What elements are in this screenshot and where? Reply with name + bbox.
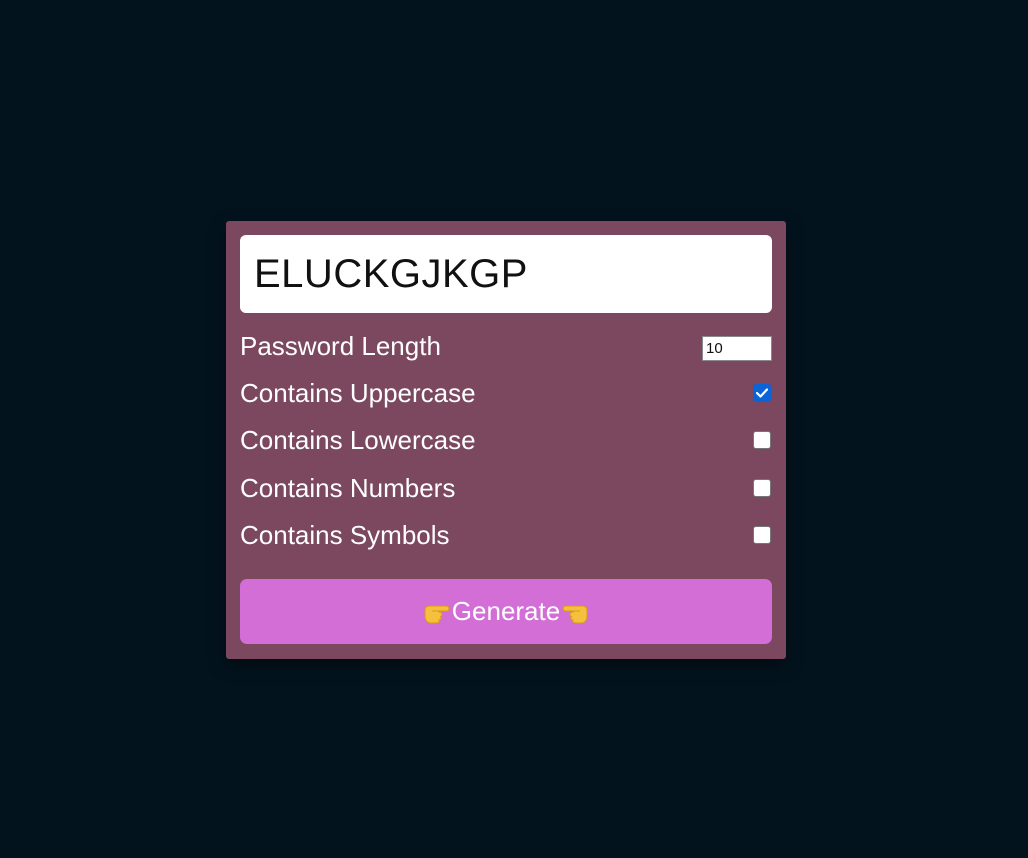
password-generator-card: ELUCKGJKGP Password Length Contains Uppe…: [226, 221, 786, 659]
symbols-checkbox[interactable]: [753, 526, 771, 544]
lowercase-checkbox[interactable]: [753, 431, 771, 449]
password-length-row: Password Length: [240, 329, 772, 363]
pointing-left-hand-icon: [560, 599, 590, 625]
uppercase-label: Contains Uppercase: [240, 377, 476, 408]
checkmark-icon: [756, 388, 768, 398]
symbols-label: Contains Symbols: [240, 519, 450, 550]
numbers-label: Contains Numbers: [240, 472, 456, 503]
option-row-lowercase: Contains Lowercase: [240, 423, 772, 457]
uppercase-checkbox[interactable]: [753, 384, 771, 402]
password-length-input[interactable]: [702, 335, 772, 361]
option-row-symbols: Contains Symbols: [240, 518, 772, 552]
option-row-numbers: Contains Numbers: [240, 471, 772, 505]
option-row-uppercase: Contains Uppercase: [240, 376, 772, 410]
pointing-right-hand-icon: [422, 599, 452, 625]
generate-label: Generate: [451, 596, 561, 626]
password-output[interactable]: ELUCKGJKGP: [240, 235, 772, 313]
lowercase-label: Contains Lowercase: [240, 424, 476, 455]
generate-button[interactable]: Generate: [240, 579, 772, 644]
password-length-label: Password Length: [240, 330, 441, 361]
numbers-checkbox[interactable]: [753, 479, 771, 497]
